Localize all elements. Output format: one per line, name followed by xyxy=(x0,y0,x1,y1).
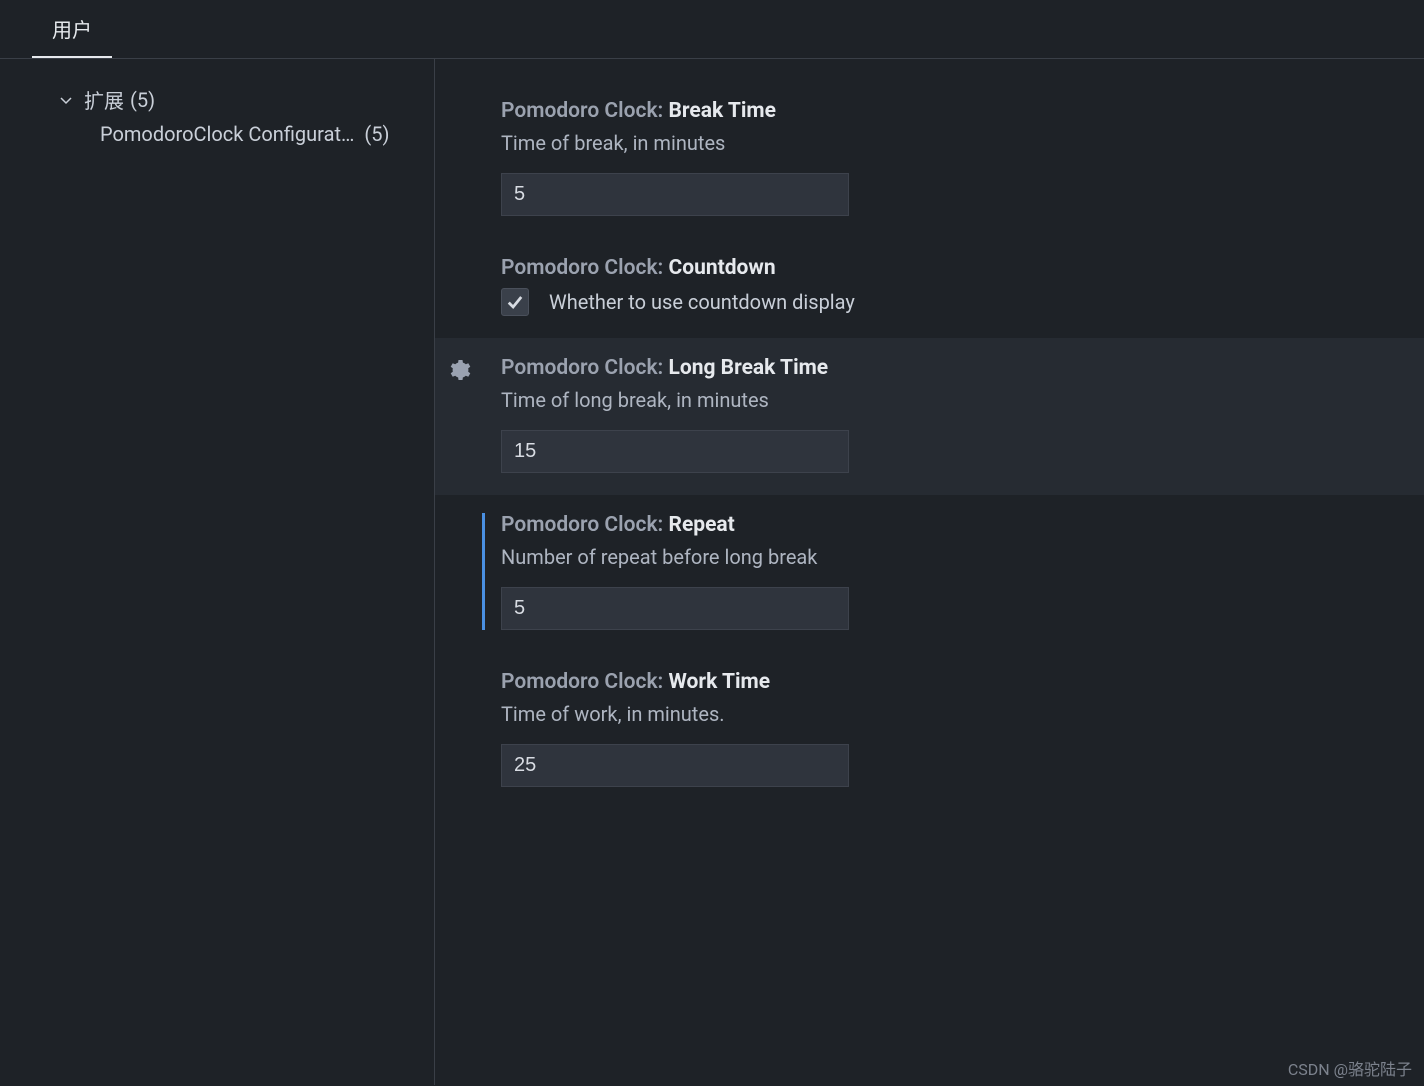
title-prefix: Pomodoro Clock: xyxy=(501,99,668,123)
tree-header-label: 扩展 xyxy=(84,85,124,114)
setting-desc: Number of repeat before long break xyxy=(501,545,1424,569)
long-break-time-input[interactable] xyxy=(501,430,849,473)
setting-repeat: Pomodoro Clock: Repeat Number of repeat … xyxy=(435,495,1424,652)
work-time-input[interactable] xyxy=(501,744,849,787)
tab-user[interactable]: 用户 xyxy=(32,0,112,58)
setting-desc: Time of long break, in minutes xyxy=(501,388,1424,412)
title-prefix: Pomodoro Clock: xyxy=(501,670,668,694)
title-prefix: Pomodoro Clock: xyxy=(501,356,668,380)
checkbox-label: Whether to use countdown display xyxy=(549,290,855,314)
title-name: Break Time xyxy=(668,99,775,123)
setting-break-time: Pomodoro Clock: Break Time Time of break… xyxy=(435,81,1424,238)
tree-item-pomodoro-config[interactable]: PomodoroClock Configurat… (5) xyxy=(0,114,434,146)
setting-title: Pomodoro Clock: Break Time xyxy=(501,99,1424,123)
checkbox-row: Whether to use countdown display xyxy=(501,288,1424,316)
title-name: Work Time xyxy=(668,670,770,694)
repeat-input[interactable] xyxy=(501,587,849,630)
setting-countdown: Pomodoro Clock: Countdown Whether to use… xyxy=(435,238,1424,338)
setting-title: Pomodoro Clock: Repeat xyxy=(501,513,1424,537)
setting-title: Pomodoro Clock: Countdown xyxy=(501,256,1424,280)
setting-desc: Time of work, in minutes. xyxy=(501,702,1424,726)
tree-header-extensions[interactable]: 扩展 (5) xyxy=(0,85,434,114)
title-name: Long Break Time xyxy=(668,356,828,380)
setting-title: Pomodoro Clock: Work Time xyxy=(501,670,1424,694)
chevron-down-icon xyxy=(58,92,74,108)
title-prefix: Pomodoro Clock: xyxy=(501,513,668,537)
body-area: 扩展 (5) PomodoroClock Configurat… (5) Pom… xyxy=(0,59,1424,1085)
tree-header-count: (5) xyxy=(130,88,155,112)
tree-item-count: (5) xyxy=(364,122,389,146)
setting-title: Pomodoro Clock: Long Break Time xyxy=(501,356,1424,380)
sidebar: 扩展 (5) PomodoroClock Configurat… (5) xyxy=(0,59,435,1085)
setting-work-time: Pomodoro Clock: Work Time Time of work, … xyxy=(435,652,1424,809)
tab-bar: 用户 xyxy=(0,0,1424,59)
setting-desc: Time of break, in minutes xyxy=(501,131,1424,155)
settings-main: Pomodoro Clock: Break Time Time of break… xyxy=(435,59,1424,1085)
title-name: Countdown xyxy=(668,256,775,280)
title-name: Repeat xyxy=(668,513,734,537)
setting-long-break-time: Pomodoro Clock: Long Break Time Time of … xyxy=(435,338,1424,495)
watermark: CSDN @骆驼陆子 xyxy=(1288,1056,1412,1080)
gear-icon[interactable] xyxy=(447,358,471,382)
countdown-checkbox[interactable] xyxy=(501,288,529,316)
tab-label: 用户 xyxy=(52,18,92,42)
tree-item-label: PomodoroClock Configurat… xyxy=(100,122,354,146)
break-time-input[interactable] xyxy=(501,173,849,216)
title-prefix: Pomodoro Clock: xyxy=(501,256,668,280)
